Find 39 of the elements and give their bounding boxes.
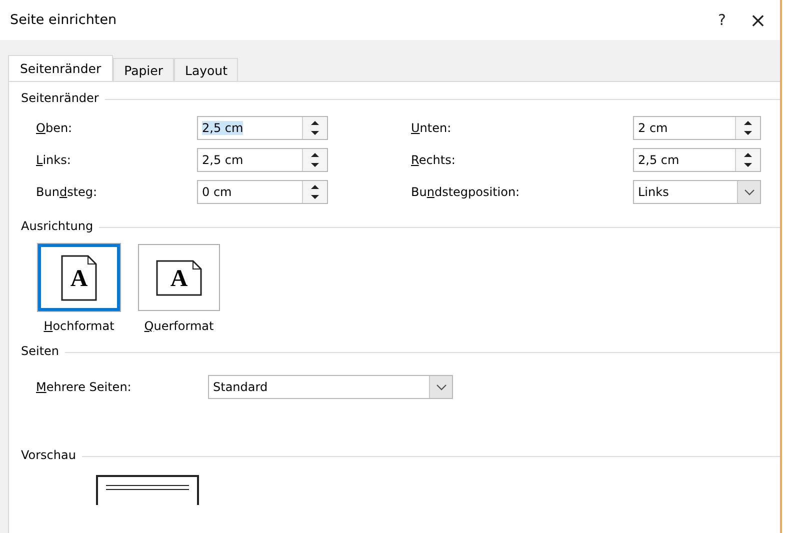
spin-field[interactable]: 2 cm xyxy=(633,116,761,140)
chevron-down-icon[interactable] xyxy=(436,384,446,390)
field-value: Standard xyxy=(213,380,268,394)
option-label: Hochformat xyxy=(44,319,114,333)
group-heading: Ausrichtung xyxy=(21,219,94,233)
close-button[interactable]: × xyxy=(740,8,776,32)
spin-field[interactable]: 2,5 cm xyxy=(633,148,761,172)
field-value: 2 cm xyxy=(638,121,668,135)
page-icon: A xyxy=(60,254,98,302)
field-label: Mehrere Seiten: xyxy=(36,380,132,394)
field-label: Bundstegposition: xyxy=(411,185,521,199)
group-heading: Vorschau xyxy=(21,448,76,462)
orientation-button[interactable]: A xyxy=(38,244,120,311)
help-button[interactable]: ? xyxy=(704,11,740,29)
field-value: 0 cm xyxy=(202,185,232,199)
dropdown-field[interactable]: Links xyxy=(633,180,761,204)
group-heading: Seitenränder xyxy=(21,91,99,105)
tab[interactable]: Layout xyxy=(174,58,238,81)
dropdown-field[interactable]: Standard xyxy=(208,375,453,399)
field-value: Links xyxy=(638,185,669,199)
field-label: Oben: xyxy=(36,121,74,135)
field-value: 2,5 cm xyxy=(638,153,680,167)
spin-field[interactable]: 2,5 cm xyxy=(197,116,328,140)
field-label: Bundsteg: xyxy=(36,185,98,199)
option-label: Querformat xyxy=(144,319,214,333)
group-heading: Seiten xyxy=(21,344,60,358)
orientation-button[interactable]: A xyxy=(138,244,220,311)
tab[interactable]: Papier xyxy=(113,58,174,81)
field-label: Links: xyxy=(36,153,72,167)
field-label: Unten: xyxy=(411,121,452,135)
field-value: 2,5 cm xyxy=(202,121,244,135)
tab[interactable]: Seitenränder xyxy=(8,55,114,81)
spin-field[interactable]: 0 cm xyxy=(197,180,328,204)
window-title: Seite einrichten xyxy=(10,12,118,28)
chevron-down-icon[interactable] xyxy=(744,188,754,196)
field-value: 2,5 cm xyxy=(202,153,244,167)
spin-field[interactable]: 2,5 cm xyxy=(197,148,328,172)
page-icon: A xyxy=(155,258,203,296)
field-label: Rechts: xyxy=(411,153,456,167)
